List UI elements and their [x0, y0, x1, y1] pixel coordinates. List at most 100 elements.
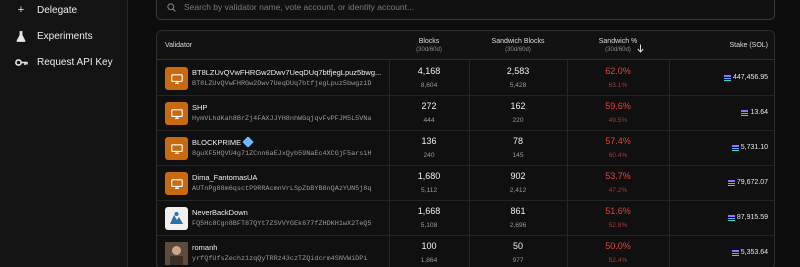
monitor-icon: [165, 67, 188, 90]
sidebar-item-request-api-key[interactable]: Request API Key: [14, 52, 113, 72]
blocks-60d: 240: [423, 152, 435, 159]
sidebar-item-label: Delegate: [37, 4, 78, 16]
validator-name[interactable]: romanh: [192, 243, 217, 252]
verified-badge-icon: [242, 136, 254, 148]
key-icon: [14, 58, 28, 67]
validator-name[interactable]: NeverBackDown: [192, 208, 248, 217]
sandwich-pct-30d: 62.0%: [605, 66, 631, 76]
solana-icon: [723, 74, 731, 81]
monitor-icon: [165, 102, 188, 125]
blocks-60d: 8,604: [420, 82, 438, 89]
validator-name-text: NeverBackDown: [192, 208, 248, 217]
solana-icon: [727, 179, 735, 186]
sandwich-pct-60d: 60.4%: [608, 152, 628, 159]
table-row[interactable]: BT8LZUvQVwFHRGw2Dwv7UeqDUq7btfjegLpuz5bw…: [157, 61, 774, 96]
validator-address: AUTnPg88m6qsctP9RRAcmnVrLSpZbBYB8nQAzYUN…: [192, 185, 372, 193]
validator-name[interactable]: BLOCKPRIME: [192, 136, 254, 148]
stake-amount: 13.64: [750, 109, 768, 116]
sidebar-item-experiments[interactable]: Experiments: [14, 26, 93, 46]
blocks-30d: 1,668: [417, 206, 441, 216]
table-row[interactable]: BLOCKPRIME 8guXF5HQVU4g71ZCnn6aEJxQyb59Na…: [157, 131, 774, 166]
search-input[interactable]: [184, 2, 744, 12]
search-bar[interactable]: [156, 0, 775, 20]
stake-amount: 447,456.95: [732, 74, 768, 81]
header-label: Sandwich %: [598, 38, 638, 45]
blocks-60d: 5,112: [420, 187, 437, 194]
solana-icon: [731, 249, 739, 256]
flask-icon: [14, 30, 28, 42]
header-blocks[interactable]: Blocks (30d/60d): [389, 31, 469, 60]
sandwich-blocks-60d: 977: [512, 257, 524, 264]
solana-icon: [731, 144, 739, 151]
sandwich-pct-60d: 63.1%: [608, 82, 628, 89]
stake-value: 447,456.95: [723, 74, 768, 81]
header-validator[interactable]: Validator: [165, 31, 192, 60]
header-sublabel: (30d/60d): [605, 47, 631, 53]
validator-name-text: BT8LZUvQVwFHRGw2Dwv7UeqDUq7btfjegLpuz5bw…: [192, 68, 382, 77]
sandwich-pct-60d: 52.4%: [608, 257, 628, 264]
sidebar-item-label: Request API Key: [37, 56, 113, 68]
table-header: Validator Blocks (30d/60d) Sandwich Bloc…: [157, 31, 774, 60]
sort-arrow-down-icon[interactable]: [637, 40, 644, 58]
blocks-60d: 5,108: [420, 222, 438, 229]
blocks-30d: 136: [421, 136, 437, 146]
blocks-60d: 444: [423, 117, 435, 124]
sandwich-pct-30d: 59.6%: [605, 101, 631, 111]
validator-name[interactable]: BT8LZUvQVwFHRGw2Dwv7UeqDUq7btfjegLpuz5bw…: [192, 68, 381, 77]
validator-address: BT8LZUvQVwFHRGw2Dwv7UeqDUq7btfjegLpuz5bw…: [192, 80, 372, 88]
stake-amount: 79,672.07: [736, 179, 768, 186]
blocks-60d: 1,864: [420, 257, 438, 264]
sandwich-blocks-30d: 861: [510, 206, 526, 216]
sandwich-pct-30d: 57.4%: [605, 136, 631, 146]
validator-name-text: Dima_FantomasUA: [192, 173, 258, 182]
stake-value: 13.64: [741, 109, 768, 116]
monitor-icon: [165, 172, 188, 195]
validator-name-text: SHP: [192, 103, 208, 112]
sandwich-blocks-30d: 78: [512, 136, 523, 146]
plus-icon: +: [17, 4, 25, 16]
header-sandwich-blocks[interactable]: Sandwich Blocks (30d/60d): [469, 31, 567, 60]
blocks-30d: 4,168: [417, 66, 441, 76]
search-icon: [167, 2, 176, 12]
table-row[interactable]: NeverBackDown FQ5Hc8Cgn8BFT87QYt7ZSVVYGEk…: [157, 201, 774, 236]
validator-name-text: BLOCKPRIME: [192, 138, 242, 147]
table-row[interactable]: SHP HymVLhdKah8BrZj4FAXJJYH8nhWGqjqvFvPFJ…: [157, 96, 774, 131]
validator-address: FQ5Hc8Cgn8BFT87QYt7ZSVVYGEk677fZHDKH1wX2…: [192, 220, 372, 228]
validator-address: 8guXF5HQVU4g71ZCnn6aEJxQyb59NaEc4XCGjF5a…: [192, 150, 372, 158]
solana-icon: [741, 109, 749, 116]
header-sandwich-pct[interactable]: Sandwich % (30d/60d): [567, 31, 669, 60]
sandwich-pct-60d: 47.2%: [608, 187, 628, 194]
sandwich-blocks-60d: 220: [512, 117, 524, 124]
validator-address: yrfQfUfsZechz1zqQyTRRz43czTZQidcrm4SNVWi…: [192, 255, 368, 263]
sidebar: + Delegate Experiments Request API Key: [0, 0, 128, 267]
stake-value: 87,915.59: [727, 214, 768, 221]
validator-name[interactable]: SHP: [192, 103, 207, 112]
header-label: Validator: [165, 42, 193, 49]
sandwich-blocks-60d: 145: [512, 152, 524, 159]
monitor-icon: [165, 137, 188, 160]
header-sublabel: (30d/60d): [505, 47, 531, 53]
sandwich-blocks-30d: 162: [510, 101, 526, 111]
blocks-30d: 100: [421, 241, 437, 251]
stake-amount: 5,353.64: [740, 249, 768, 256]
header-label: Stake (SOL): [729, 42, 768, 49]
sandwich-pct-60d: 49.5%: [608, 117, 628, 124]
table-row[interactable]: Dima_FantomasUA AUTnPg88m6qsctP9RRAcmnVrL…: [157, 166, 774, 201]
sidebar-item-label: Experiments: [37, 30, 93, 42]
table-row[interactable]: romanh yrfQfUfsZechz1zqQyTRRz43czTZQidcrm…: [157, 236, 774, 267]
stake-amount: 87,915.59: [736, 214, 768, 221]
header-sublabel: (30d/60d): [416, 47, 442, 53]
validator-avatar: [165, 242, 188, 265]
header-label: Blocks: [418, 38, 440, 45]
header-stake[interactable]: Stake (SOL): [669, 31, 768, 60]
validator-address: HymVLhdKah8BrZj4FAXJJYH8nhWGqjqvFvPFJM5L…: [192, 115, 372, 123]
blocks-30d: 272: [421, 101, 437, 111]
sidebar-item-delegate[interactable]: + Delegate: [14, 0, 77, 20]
stake-amount: 5,731.10: [740, 144, 768, 151]
sandwich-blocks-30d: 902: [510, 171, 526, 181]
validators-table: Validator Blocks (30d/60d) Sandwich Bloc…: [156, 30, 775, 267]
sandwich-blocks-30d: 50: [512, 241, 523, 251]
validator-logo-icon: [165, 207, 188, 230]
stake-value: 5,353.64: [731, 249, 768, 256]
validator-name[interactable]: Dima_FantomasUA: [192, 173, 257, 182]
